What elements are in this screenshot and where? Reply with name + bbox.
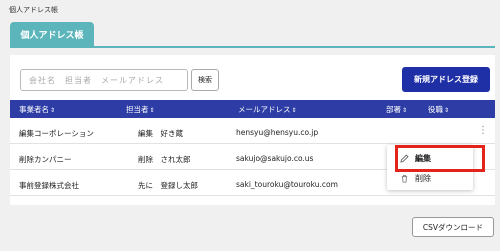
sort-icon: ⇕ [149, 107, 155, 114]
search-button[interactable]: 検索 [191, 69, 219, 91]
company-cell: 削除カンパニー [19, 155, 72, 164]
column-header-email[interactable]: メールアドレス⇕ [238, 104, 297, 115]
trash-icon [399, 174, 409, 184]
column-header-department[interactable]: 部署⇕ [386, 104, 407, 115]
sort-icon: ⇕ [291, 107, 297, 114]
csv-download-button[interactable]: CSVダウンロード [412, 217, 494, 237]
email-cell: sakujo@sakujo.co.us [236, 154, 314, 163]
column-header-position[interactable]: 役職⇕ [428, 104, 449, 115]
email-cell: hensyu@hensyu.co.jp [236, 128, 319, 137]
tab-personal-address-book[interactable]: 個人アドレス帳 [10, 22, 94, 47]
column-header-person[interactable]: 担当者⇕ [126, 104, 155, 115]
sort-icon: ⇕ [402, 107, 408, 114]
person-cell: 先に 登録し太郎 [138, 181, 198, 190]
edit-highlight-box [395, 145, 485, 172]
table-row[interactable]: 編集コーポレーション 編集 好き蔵 hensyu@hensyu.co.jp ⋮ [10, 120, 495, 144]
sort-icon: ⇕ [444, 107, 450, 114]
more-options-icon[interactable]: ⋮ [478, 126, 488, 136]
table-header: 事業者名⇕ 担当者⇕ メールアドレス⇕ 部署⇕ 役職⇕ [10, 100, 495, 118]
menu-item-delete[interactable]: 削除 [399, 173, 431, 184]
new-address-button[interactable]: 新規アドレス登録 [402, 67, 490, 92]
search-input[interactable] [20, 69, 188, 91]
tab-label: 個人アドレス帳 [20, 31, 84, 41]
email-cell: saki_touroku@touroku.com [236, 180, 338, 189]
column-header-company[interactable]: 事業者名⇕ [19, 104, 55, 115]
sort-icon: ⇕ [50, 107, 56, 114]
company-cell: 事前登録株式会社 [19, 181, 79, 190]
company-cell: 編集コーポレーション [19, 129, 94, 138]
person-cell: 編集 好き蔵 [138, 129, 183, 138]
menu-item-label: 削除 [415, 174, 431, 183]
person-cell: 削除 され太郎 [138, 155, 191, 164]
tab-underline [10, 46, 495, 48]
breadcrumb: 個人アドレス帳 [9, 6, 58, 14]
